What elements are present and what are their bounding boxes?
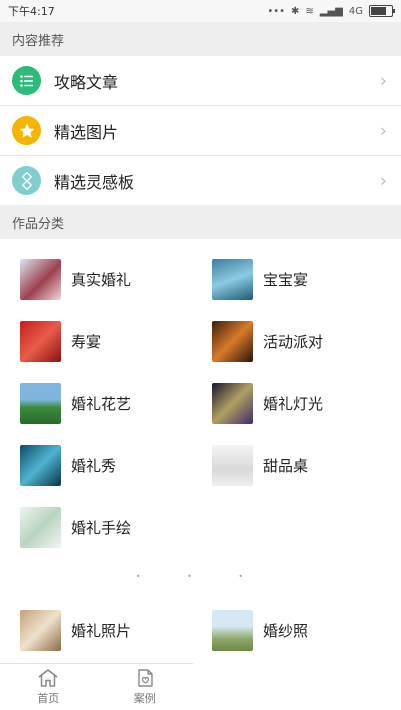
status-icons: ••• ✱ ≋ ▂▄▆ 4G [267,5,395,17]
category-hand-drawing[interactable]: 婚礼手绘 [20,507,131,548]
tab-home[interactable]: 首页 [0,664,97,710]
birthday-banquet-photo [20,321,61,362]
section-recommend-title: 内容推荐 [12,33,65,49]
category-grid: 真实婚礼 宝宝宴 寿宴 活动派对 婚礼花艺 婚礼灯光 婚礼秀 甜品桌 婚礼手绘 [0,239,401,559]
star-icon [12,116,41,145]
recommend-item-articles[interactable]: 攻略文章 › [0,56,401,106]
section-categories-title: 作品分类 [12,216,65,232]
bottom-tab-bar: 首页 案例 [0,663,193,710]
recommend-list: 攻略文章 › 精选图片 › 精选灵感板 › [0,56,401,205]
category-label: 婚礼手绘 [71,519,132,537]
category-label: 甜品桌 [263,457,309,475]
dessert-table-photo [212,445,253,486]
category-label: 婚礼秀 [71,457,117,475]
category-bridal-photos[interactable]: 婚纱照 [212,610,308,651]
list-icon [12,66,41,95]
category-birthday-banquet[interactable]: 寿宴 [20,321,101,362]
category-dessert-table[interactable]: 甜品桌 [212,445,308,486]
bridal-photo-icon [212,610,253,651]
category-lighting[interactable]: 婚礼灯光 [212,383,323,424]
recommend-item-label: 精选图片 [54,122,119,142]
category-real-wedding[interactable]: 真实婚礼 [20,259,131,300]
category-label: 活动派对 [263,333,324,351]
hand-drawing-photo [20,507,61,548]
category-wedding-photos[interactable]: 婚礼照片 [20,610,131,651]
category-party[interactable]: 活动派对 [212,321,323,362]
chevron-right-icon: › [379,70,387,91]
case-heart-icon [138,669,153,687]
status-time: 下午4:17 [8,5,55,18]
diamond-icon [12,166,41,195]
battery-icon [369,5,395,17]
chevron-right-icon: › [379,120,387,141]
tab-cases[interactable]: 案例 [97,664,194,710]
section-recommend-header: 内容推荐 [0,22,401,56]
party-photo [212,321,253,362]
category-label: 婚礼照片 [71,622,132,640]
wedding-photo [20,259,61,300]
category-label: 宝宝宴 [263,271,309,289]
wedding-photo-icon [20,610,61,651]
recommend-item-label: 精选灵感板 [54,172,135,192]
more-dots-icon: ••• [267,5,286,17]
tab-label: 案例 [133,692,156,705]
tab-label: 首页 [37,692,60,705]
bluetooth-icon: ✱ [291,5,300,17]
wedding-show-photo [20,445,61,486]
category-label: 婚礼花艺 [71,395,132,413]
category-label: 婚礼灯光 [263,395,324,413]
lighting-photo [212,383,253,424]
category-wedding-show[interactable]: 婚礼秀 [20,445,116,486]
recommend-item-pictures[interactable]: 精选图片 › [0,106,401,156]
signal-icon: ▂▄▆ [319,5,343,17]
category-baby-banquet[interactable]: 宝宝宴 [212,259,308,300]
wifi-icon: ≋ [305,5,314,17]
floral-photo [20,383,61,424]
section-categories-header: 作品分类 [0,205,401,239]
status-bar: 下午4:17 ••• ✱ ≋ ▂▄▆ 4G [0,0,401,22]
category-label: 真实婚礼 [71,271,132,289]
category-label: 寿宴 [71,333,102,351]
recommend-item-label: 攻略文章 [54,72,119,92]
pager-dots: • • • [135,572,266,581]
home-icon [38,669,58,687]
chevron-right-icon: › [379,170,387,191]
baby-banquet-photo [212,259,253,300]
category-floral[interactable]: 婚礼花艺 [20,383,131,424]
category-label: 婚纱照 [263,622,309,640]
recommend-item-inspiration[interactable]: 精选灵感板 › [0,156,401,205]
network-type: 4G [348,5,363,17]
